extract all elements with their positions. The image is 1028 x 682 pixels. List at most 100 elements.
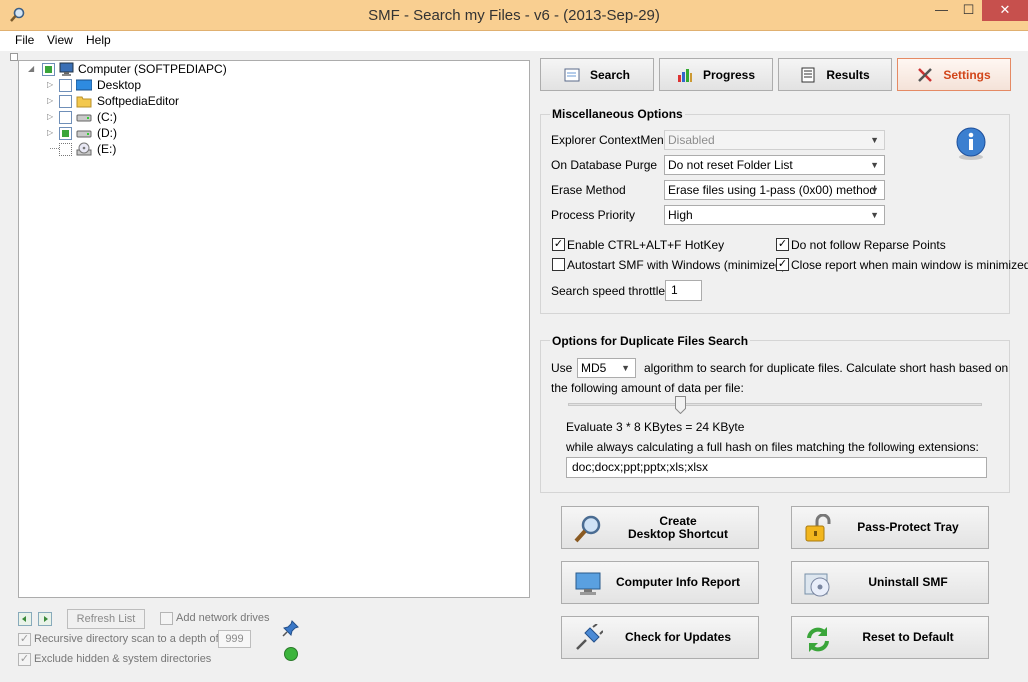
add-network-drives-checkbox[interactable] [160, 612, 173, 625]
uninstall-smf-button[interactable]: Uninstall SMF [791, 561, 989, 604]
refresh-list-button[interactable]: Refresh List [67, 609, 145, 629]
tree-connector [50, 148, 59, 149]
info-icon[interactable] [954, 126, 988, 162]
close-report-checkbox[interactable]: ✓ [776, 258, 789, 271]
extensions-input[interactable]: doc;docx;ppt;pptx;xls;xlsx [566, 457, 987, 478]
search-tab-icon [564, 67, 580, 83]
title-bar: SMF - Search my Files - v6 - (2013-Sep-2… [0, 0, 1028, 31]
process-priority-select[interactable]: High ▼ [664, 205, 885, 225]
collapsed-arrow-icon[interactable]: ▷ [47, 109, 57, 125]
use-label: Use [551, 361, 573, 375]
tab-settings-label: Settings [943, 67, 991, 82]
hash-algorithm-select[interactable]: MD5 ▼ [577, 358, 636, 378]
settings-tab-icon [917, 67, 933, 83]
reparse-points-label: Do not follow Reparse Points [791, 238, 946, 252]
algorithm-description: algorithm to search for duplicate files.… [644, 361, 1009, 375]
exclude-hidden-label: Exclude hidden & system directories [34, 653, 212, 665]
duplicate-options-title: Options for Duplicate Files Search [550, 334, 751, 348]
recursive-scan-checkbox[interactable]: ✓ [18, 633, 31, 646]
extensions-description: while always calculating a full hash on … [566, 440, 979, 454]
tab-progress-label: Progress [702, 67, 756, 82]
tree-checkbox[interactable] [59, 95, 72, 108]
tree-checkbox[interactable] [59, 127, 72, 140]
process-priority-value: High [668, 208, 693, 222]
create-shortcut-label: Create Desktop Shortcut [627, 513, 728, 541]
exclude-hidden-checkbox[interactable]: ✓ [18, 653, 31, 666]
tab-search[interactable]: Search [540, 58, 654, 91]
reparse-points-checkbox[interactable]: ✓ [776, 238, 789, 251]
pin-icon[interactable] [282, 619, 300, 637]
scan-depth-input[interactable]: 999 [218, 630, 251, 648]
ctrl-alt-f-label: Enable CTRL+ALT+F HotKey [567, 238, 725, 252]
database-purge-select[interactable]: Do not reset Folder List ▼ [664, 155, 885, 175]
drive-icon [76, 126, 92, 140]
tab-settings[interactable]: Settings [897, 58, 1011, 91]
results-tab-icon [800, 67, 816, 83]
menu-help[interactable]: Help [86, 33, 111, 47]
computer-icon [59, 62, 75, 76]
add-network-drives-label: Add network drives [176, 612, 270, 624]
cd-drive-icon [76, 142, 92, 156]
algorithm-description-2: the following amount of data per file: [551, 381, 744, 395]
menu-file[interactable]: File [15, 33, 34, 47]
autostart-checkbox[interactable] [552, 258, 565, 271]
collapsed-arrow-icon[interactable]: ▷ [47, 93, 57, 109]
lock-icon [803, 513, 833, 544]
speed-throttle-label: Search speed throttle [551, 284, 666, 298]
chevron-down-icon: ▼ [870, 160, 879, 170]
check-for-updates-button[interactable]: Check for Updates [561, 616, 759, 659]
chevron-down-icon: ▼ [870, 185, 879, 195]
data-amount-slider-thumb[interactable] [674, 396, 686, 415]
data-amount-slider-track[interactable] [568, 403, 982, 406]
erase-method-select[interactable]: Erase files using 1-pass (0x00) method ▼ [664, 180, 885, 200]
folder-icon [76, 94, 92, 108]
erase-method-label: Erase Method [551, 183, 626, 197]
tree-checkbox[interactable] [59, 111, 72, 124]
magnifier-icon [573, 514, 603, 544]
collapsed-arrow-icon[interactable]: ▷ [47, 125, 57, 141]
computer-info-report-button[interactable]: Computer Info Report [561, 561, 759, 604]
tree-node-label: Desktop [97, 78, 142, 92]
tab-search-label: Search [589, 67, 631, 82]
explorer-contextmenu-value: Disabled [668, 133, 715, 147]
recursive-scan-label: Recursive directory scan to a depth of [34, 633, 219, 645]
explorer-contextmenu-label: Explorer ContextMenu [551, 133, 671, 147]
erase-method-value: Erase files using 1-pass (0x00) method [668, 183, 877, 197]
expand-all-button[interactable] [18, 612, 32, 626]
ctrl-alt-f-checkbox[interactable]: ✓ [552, 238, 565, 251]
desktop-icon [75, 78, 93, 92]
explorer-contextmenu-select: Disabled ▼ [664, 130, 885, 150]
misc-options-title: Miscellaneous Options [550, 107, 685, 121]
speed-throttle-input[interactable]: 1 [665, 280, 702, 301]
menu-bar [0, 31, 1028, 51]
tab-results-label: Results [826, 67, 870, 82]
expanded-arrow-icon[interactable]: ◢ [28, 61, 38, 77]
folder-tree[interactable]: ◢ Computer (SOFTPEDIAPC) ▷ Desktop ▷ Sof… [18, 60, 530, 598]
menu-view[interactable]: View [47, 33, 73, 47]
pass-protect-tray-button[interactable]: Pass-Protect Tray [791, 506, 989, 549]
collapsed-arrow-icon[interactable]: ▷ [47, 77, 57, 93]
computer-info-label: Computer Info Report [616, 575, 740, 589]
uninstall-icon [803, 569, 833, 599]
progress-tab-icon [677, 67, 693, 83]
close-report-label: Close report when main window is minimiz… [791, 258, 1028, 272]
chevron-down-icon: ▼ [621, 363, 630, 373]
process-priority-label: Process Priority [551, 208, 636, 222]
tree-checkbox[interactable] [42, 63, 55, 76]
create-desktop-shortcut-button[interactable]: Create Desktop Shortcut [561, 506, 759, 549]
tree-checkbox[interactable] [59, 143, 72, 156]
tree-node-label: (E:) [97, 142, 117, 156]
chevron-down-icon: ▼ [870, 135, 879, 145]
close-button[interactable]: ✕ [982, 0, 1028, 21]
tab-results[interactable]: Results [778, 58, 892, 91]
tree-node-label: (C:) [97, 110, 117, 124]
window-title: SMF - Search my Files - v6 - (2013-Sep-2… [368, 7, 660, 24]
tree-node-label: (D:) [97, 126, 117, 140]
collapse-all-button[interactable] [38, 612, 52, 626]
tree-checkbox[interactable] [59, 79, 72, 92]
minimize-button[interactable]: — [928, 0, 955, 21]
reset-default-label: Reset to Default [862, 630, 954, 644]
reset-to-default-button[interactable]: Reset to Default [791, 616, 989, 659]
maximize-button[interactable]: ☐ [955, 0, 982, 21]
tab-progress[interactable]: Progress [659, 58, 773, 91]
